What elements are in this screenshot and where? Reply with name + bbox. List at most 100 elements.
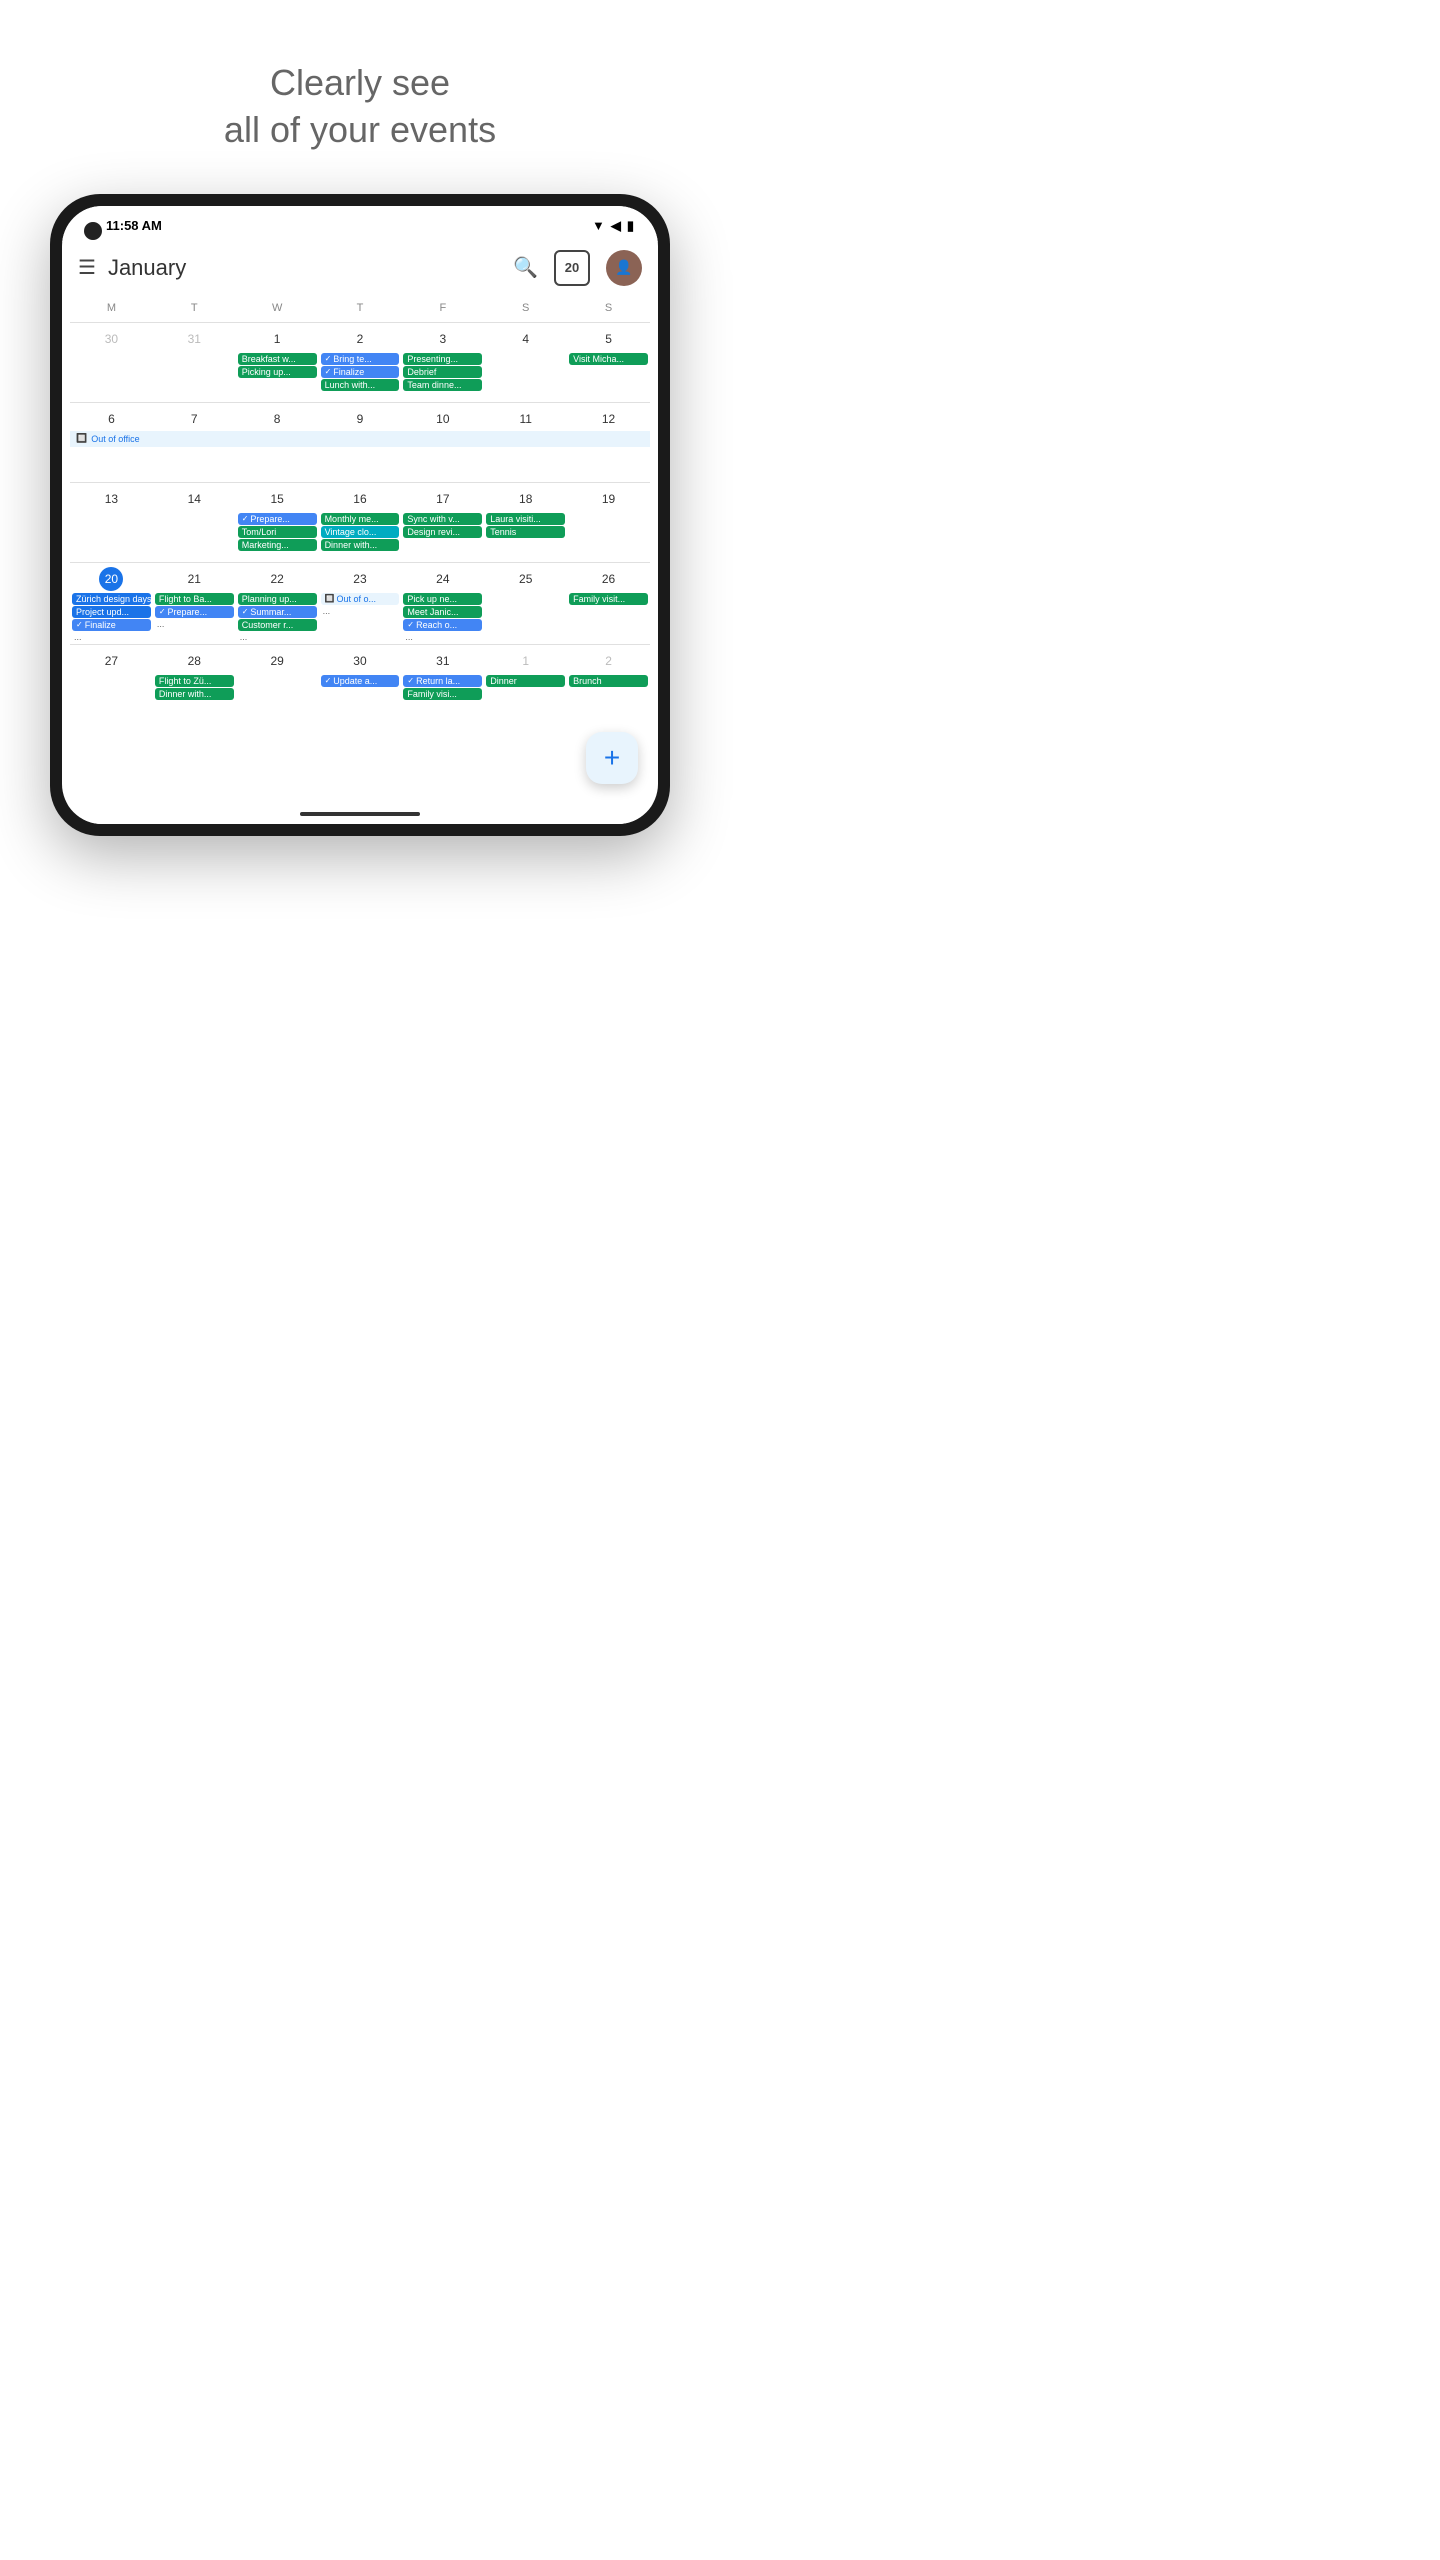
calendar-event[interactable]: Lunch with... [321, 379, 400, 391]
calendar-event[interactable]: ✓Finalize [72, 619, 151, 631]
more-events-indicator[interactable]: ... [321, 606, 400, 616]
more-events-indicator[interactable]: ... [155, 619, 234, 629]
calendar-event[interactable]: Marketing... [238, 539, 317, 551]
day-cell-3[interactable]: 3Presenting...DebriefTeam dinne... [401, 323, 484, 402]
menu-icon[interactable]: ☰ [78, 255, 96, 280]
calendar-event[interactable]: ✓Prepare... [155, 606, 234, 618]
day-cell-18[interactable]: 18Laura visiti...Tennis [484, 483, 567, 562]
calendar-event[interactable]: ✓Finalize [321, 366, 400, 378]
day-cell-19[interactable]: 19 [567, 483, 650, 562]
more-events-indicator[interactable]: ... [403, 632, 482, 642]
calendar-event[interactable]: Zürich design days [72, 593, 151, 605]
day-cell-26[interactable]: 26Family visit... [567, 563, 650, 644]
calendar-event[interactable]: ✓Return la... [403, 675, 482, 687]
day-cell-21[interactable]: 21Flight to Ba...✓Prepare...... [153, 563, 236, 644]
calendar-event[interactable]: ✓Summar... [238, 606, 317, 618]
day-cell-5[interactable]: 5Visit Micha... [567, 323, 650, 402]
day-number: 23 [348, 567, 372, 591]
day-cell-30[interactable]: 30 [70, 323, 153, 402]
calendar-event[interactable]: 🔲Out of o... [321, 593, 400, 605]
day-number: 16 [348, 487, 372, 511]
calendar-event[interactable]: Laura visiti... [486, 513, 565, 525]
day-header-S: S [484, 298, 567, 318]
day-cell-1[interactable]: 1Dinner [484, 645, 567, 724]
week-row-4: 2728Flight to Zü...Dinner with...2930✓Up… [70, 644, 650, 724]
calendar-event[interactable]: Family visi... [403, 688, 482, 700]
search-icon[interactable]: 🔍 [513, 255, 538, 280]
day-cell-17[interactable]: 17Sync with v...Design revi... [401, 483, 484, 562]
day-cell-23[interactable]: 23 🔲Out of o...... [319, 563, 402, 644]
out-of-office-event[interactable]: 🔲Out of office [70, 431, 650, 447]
status-time: 11:58 AM [106, 218, 162, 233]
day-header-T: T [153, 298, 236, 318]
calendar-event[interactable]: ✓Bring te... [321, 353, 400, 365]
week-row-3: 20Zürich design daysProject upd...✓Final… [70, 562, 650, 644]
calendar-event[interactable]: Tom/Lori [238, 526, 317, 538]
calendar-event[interactable]: Team dinne... [403, 379, 482, 391]
calendar-event[interactable]: Presenting... [403, 353, 482, 365]
calendar-event[interactable]: Flight to Zü... [155, 675, 234, 687]
camera-notch [84, 222, 102, 240]
phone-bottom [62, 804, 658, 824]
day-cell-29[interactable]: 29 [236, 645, 319, 724]
day-cell-16[interactable]: 16 Monthly me...Vintage clo...Dinner with… [319, 483, 402, 562]
calendar-event[interactable]: Dinner [486, 675, 565, 687]
calendar-event[interactable]: Dinner with... [155, 688, 234, 700]
day-cell-22[interactable]: 22Planning up...✓Summar...Customer r....… [236, 563, 319, 644]
calendar-event[interactable]: Monthly me... [321, 513, 400, 525]
day-header-S: S [567, 298, 650, 318]
day-cell-30[interactable]: 30✓Update a... [319, 645, 402, 724]
avatar[interactable]: 👤 [606, 250, 642, 286]
day-cell-14[interactable]: 14 [153, 483, 236, 562]
calendar-event[interactable]: ✓Update a... [321, 675, 400, 687]
day-number: 15 [265, 487, 289, 511]
day-cell-24[interactable]: 24Pick up ne...Meet Janic...✓Reach o....… [401, 563, 484, 644]
day-header-M: M [70, 298, 153, 318]
today-button[interactable]: 20 [554, 250, 590, 286]
calendar-event[interactable]: ✓Reach o... [403, 619, 482, 631]
day-number: 10 [431, 407, 455, 431]
calendar-event[interactable]: Debrief [403, 366, 482, 378]
day-number: 19 [597, 487, 621, 511]
add-event-fab[interactable]: + [586, 732, 638, 784]
calendar-event[interactable]: Flight to Ba... [155, 593, 234, 605]
calendar-event[interactable]: Family visit... [569, 593, 648, 605]
day-cell-13[interactable]: 13 [70, 483, 153, 562]
day-number: 11 [514, 407, 538, 431]
day-cell-25[interactable]: 25 [484, 563, 567, 644]
calendar-event[interactable]: Sync with v... [403, 513, 482, 525]
status-icons: ▼ ◀ ▮ [592, 218, 634, 234]
day-cell-28[interactable]: 28Flight to Zü...Dinner with... [153, 645, 236, 724]
calendar-event[interactable]: Meet Janic... [403, 606, 482, 618]
day-cell-20[interactable]: 20Zürich design daysProject upd...✓Final… [70, 563, 153, 644]
hero-section: Clearly see all of your events [204, 0, 516, 194]
calendar-event[interactable]: Pick up ne... [403, 593, 482, 605]
calendar-event[interactable]: Dinner with... [321, 539, 400, 551]
more-events-indicator[interactable]: ... [72, 632, 151, 642]
signal-icon: ◀ [611, 218, 621, 234]
calendar-event[interactable]: Tennis [486, 526, 565, 538]
calendar-event[interactable]: Breakfast w... [238, 353, 317, 365]
day-number: 31 [182, 327, 206, 351]
calendar-event[interactable]: Brunch [569, 675, 648, 687]
calendar-event[interactable]: Vintage clo... [321, 526, 400, 538]
day-number: 8 [265, 407, 289, 431]
day-cell-4[interactable]: 4 [484, 323, 567, 402]
day-cell-1[interactable]: 1Breakfast w...Picking up... [236, 323, 319, 402]
calendar-event[interactable]: Planning up... [238, 593, 317, 605]
calendar-event[interactable]: ✓Prepare... [238, 513, 317, 525]
day-cell-31[interactable]: 31✓Return la...Family visi... [401, 645, 484, 724]
day-cell-27[interactable]: 27 [70, 645, 153, 724]
calendar-event[interactable]: Customer r... [238, 619, 317, 631]
day-cell-2[interactable]: 2✓Bring te...✓FinalizeLunch with... [319, 323, 402, 402]
day-cell-2[interactable]: 2Brunch [567, 645, 650, 724]
calendar-event[interactable]: Visit Micha... [569, 353, 648, 365]
day-cell-31[interactable]: 31 [153, 323, 236, 402]
more-events-indicator[interactable]: ... [238, 632, 317, 642]
day-cell-15[interactable]: 15 ✓Prepare...Tom/LoriMarketing... [236, 483, 319, 562]
day-number: 13 [99, 487, 123, 511]
day-headers: MTWTFSS [70, 298, 650, 318]
calendar-event[interactable]: Design revi... [403, 526, 482, 538]
calendar-event[interactable]: Project upd... [72, 606, 151, 618]
calendar-event[interactable]: Picking up... [238, 366, 317, 378]
